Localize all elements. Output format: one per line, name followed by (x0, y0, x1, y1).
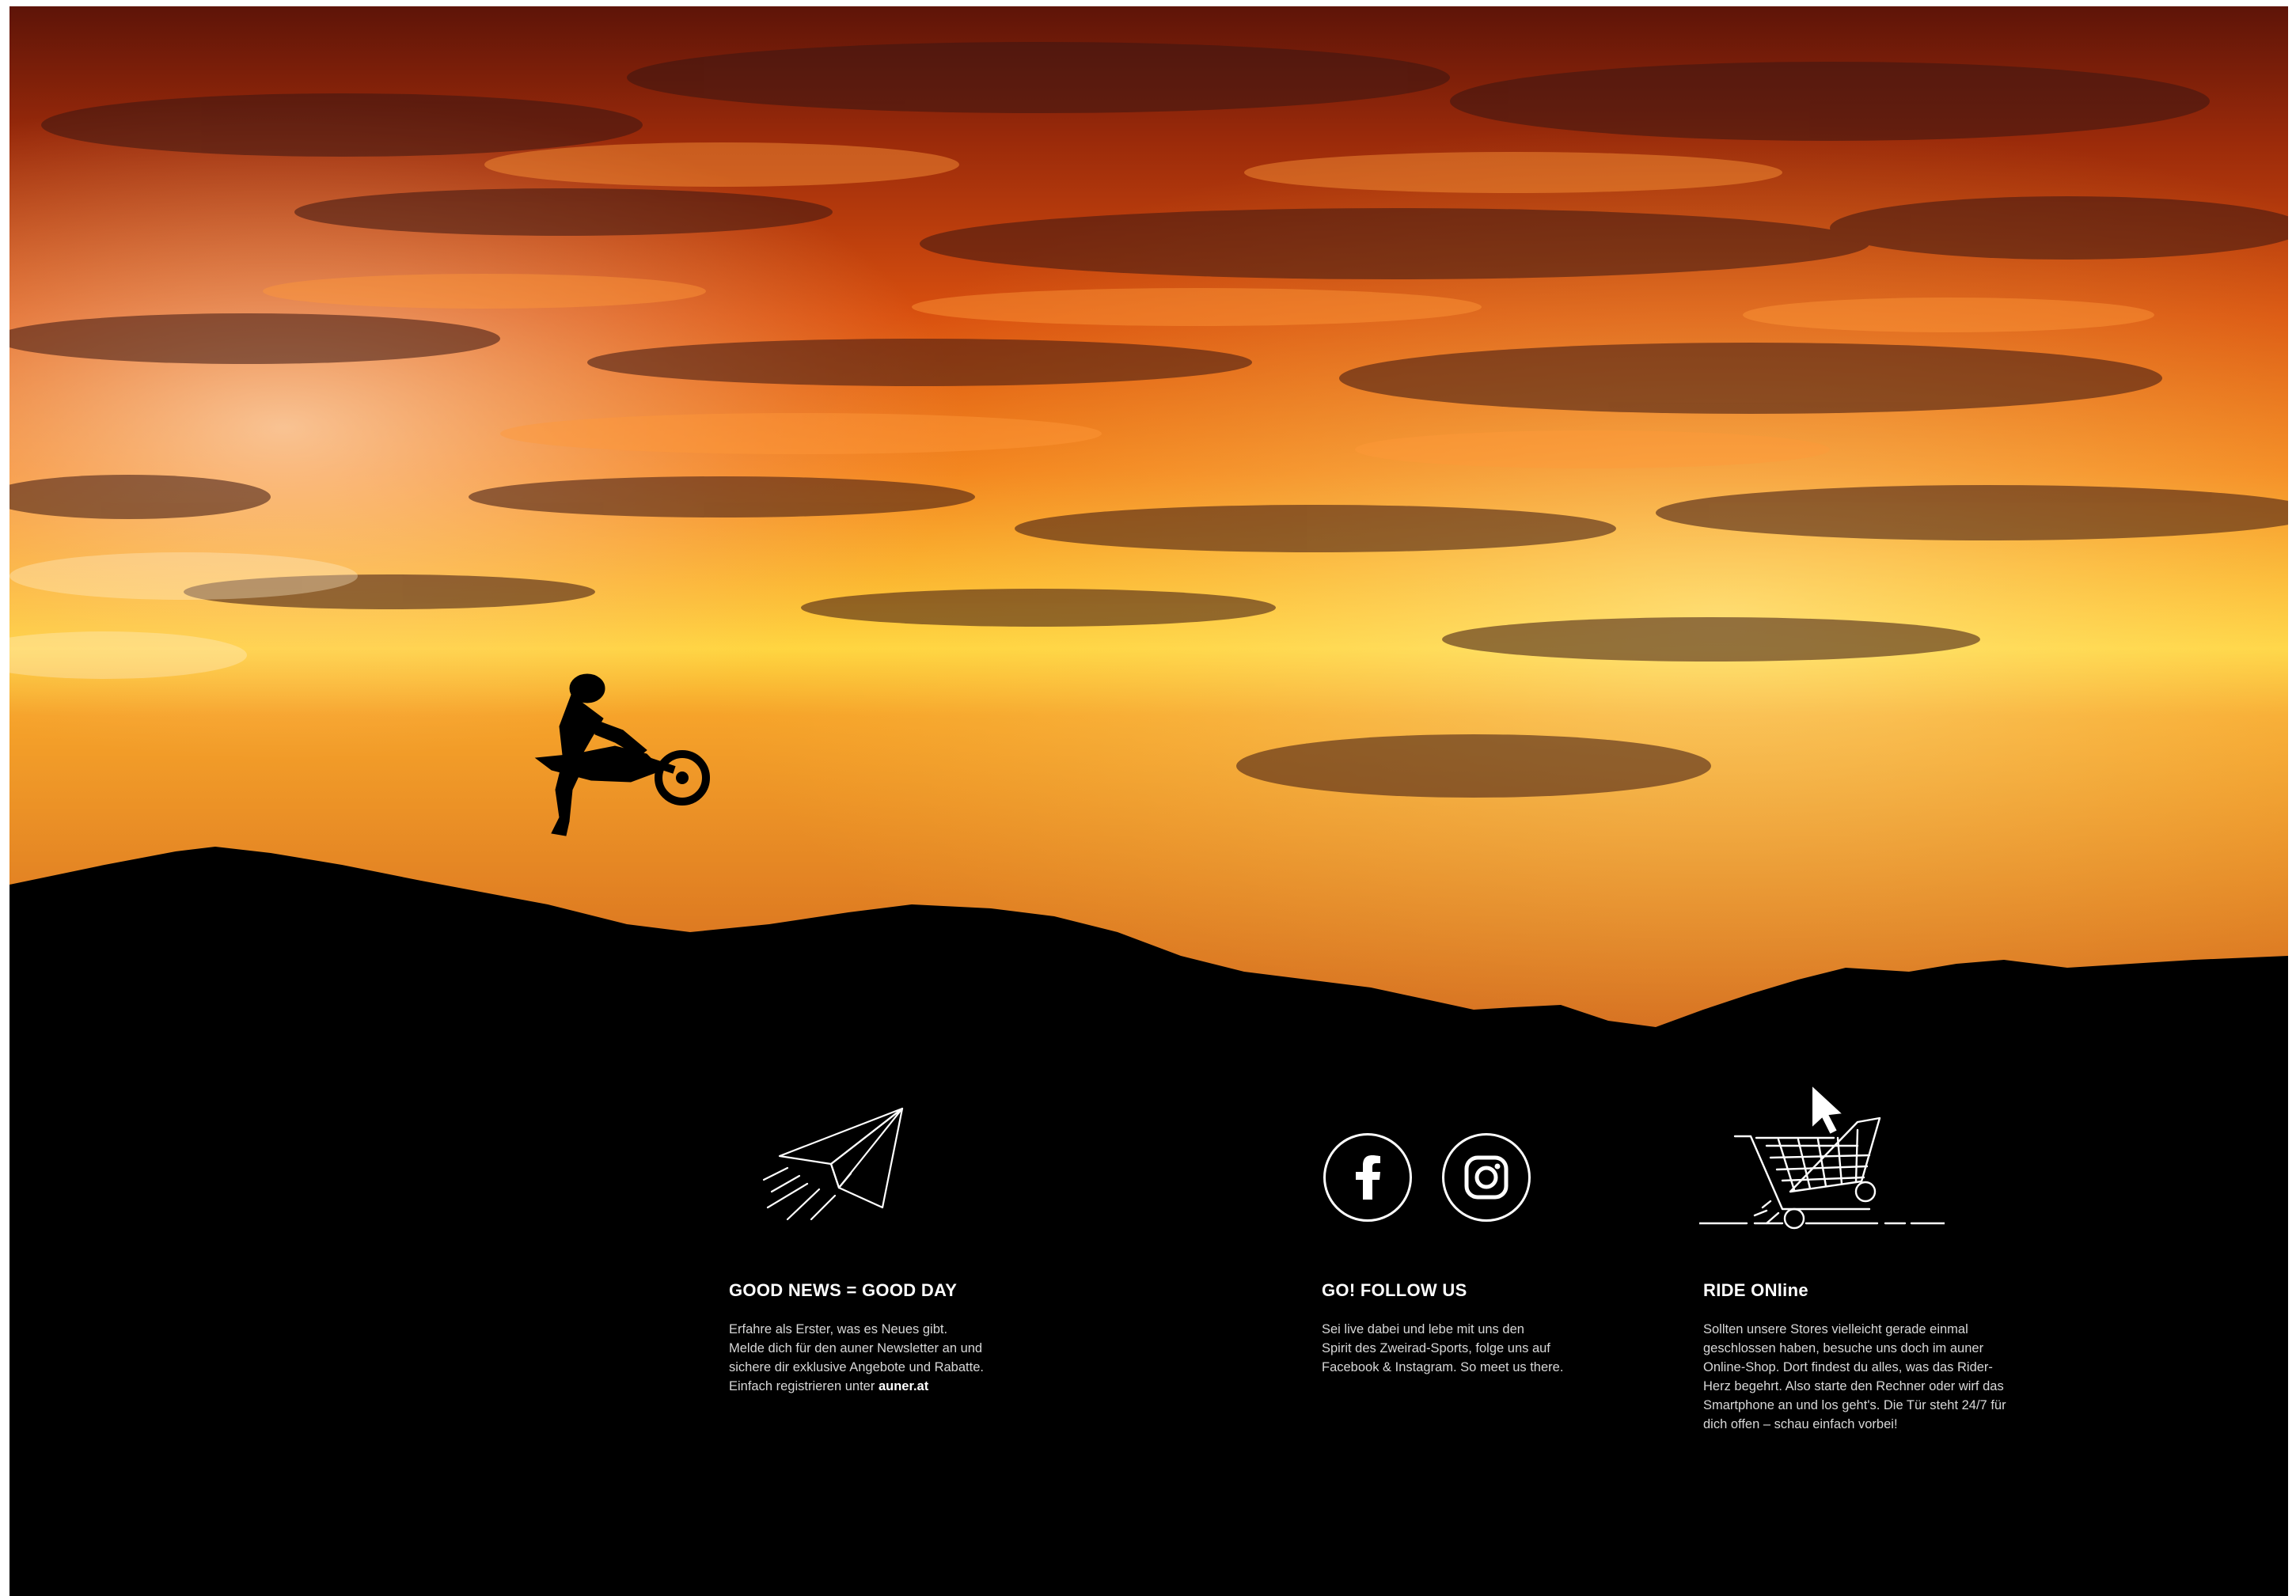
social-line: Sei live dabei und lebe mit uns den (1322, 1322, 1524, 1336)
shop-line: dich offen – schau einfach vorbei! (1703, 1417, 1898, 1431)
shop-line: Sollten unsere Stores vielleicht gerade … (1703, 1322, 1968, 1336)
shop-line: Smartphone an und los geht's. Die Tür st… (1703, 1398, 2006, 1412)
social-line: Spirit des Zweirad-Sports, folge uns auf (1322, 1341, 1550, 1355)
shop-section: RIDE ONline Sollten unsere Stores vielle… (1703, 1280, 2075, 1434)
facebook-icon (1356, 1155, 1380, 1200)
newsletter-line: Melde dich für den auner Newsletter an u… (729, 1341, 983, 1355)
poster-page: GOOD NEWS = GOOD DAY Erfahre als Erster,… (9, 6, 2288, 1596)
newsletter-line: Erfahre als Erster, was es Neues gibt. (729, 1322, 948, 1336)
shopping-cart-cursor-icon (1699, 1082, 1945, 1230)
social-line: Facebook & Instagram. So meet us there. (1322, 1360, 1564, 1374)
shop-line: Online-Shop. Dort findest du alles, was … (1703, 1360, 1993, 1374)
shop-line: Herz begehrt. Also starte den Rechner od… (1703, 1379, 2004, 1393)
social-title: GO! FOLLOW US (1322, 1280, 1467, 1300)
shop-text: Sollten unsere Stores vielleicht gerade … (1703, 1320, 2075, 1434)
social-text: Sei live dabei und lebe mit uns den Spir… (1322, 1320, 1654, 1377)
newsletter-title: GOOD NEWS = GOOD DAY (729, 1280, 958, 1300)
instagram-icon (1464, 1155, 1509, 1200)
newsletter-line: Einfach registrieren unter auner.at (729, 1377, 1061, 1396)
newsletter-section: GOOD NEWS = GOOD DAY Erfahre als Erster,… (729, 1280, 1061, 1396)
facebook-button[interactable] (1323, 1133, 1412, 1222)
motocross-rider-icon (534, 673, 710, 836)
auner-link[interactable]: auner.at (879, 1379, 928, 1393)
newsletter-last-line-text: Einfach registrieren unter (729, 1379, 875, 1393)
shop-title: RIDE ONline (1703, 1280, 1808, 1300)
instagram-button[interactable] (1442, 1133, 1531, 1222)
shop-line: geschlossen haben, besuche uns doch im a… (1703, 1341, 1984, 1355)
newsletter-text: Erfahre als Erster, was es Neues gibt. M… (729, 1320, 1061, 1396)
paper-plane-icon (762, 1107, 904, 1221)
newsletter-line: sichere dir exklusive Angebote und Rabat… (729, 1360, 984, 1374)
social-section: GO! FOLLOW US Sei live dabei und lebe mi… (1322, 1280, 1654, 1377)
